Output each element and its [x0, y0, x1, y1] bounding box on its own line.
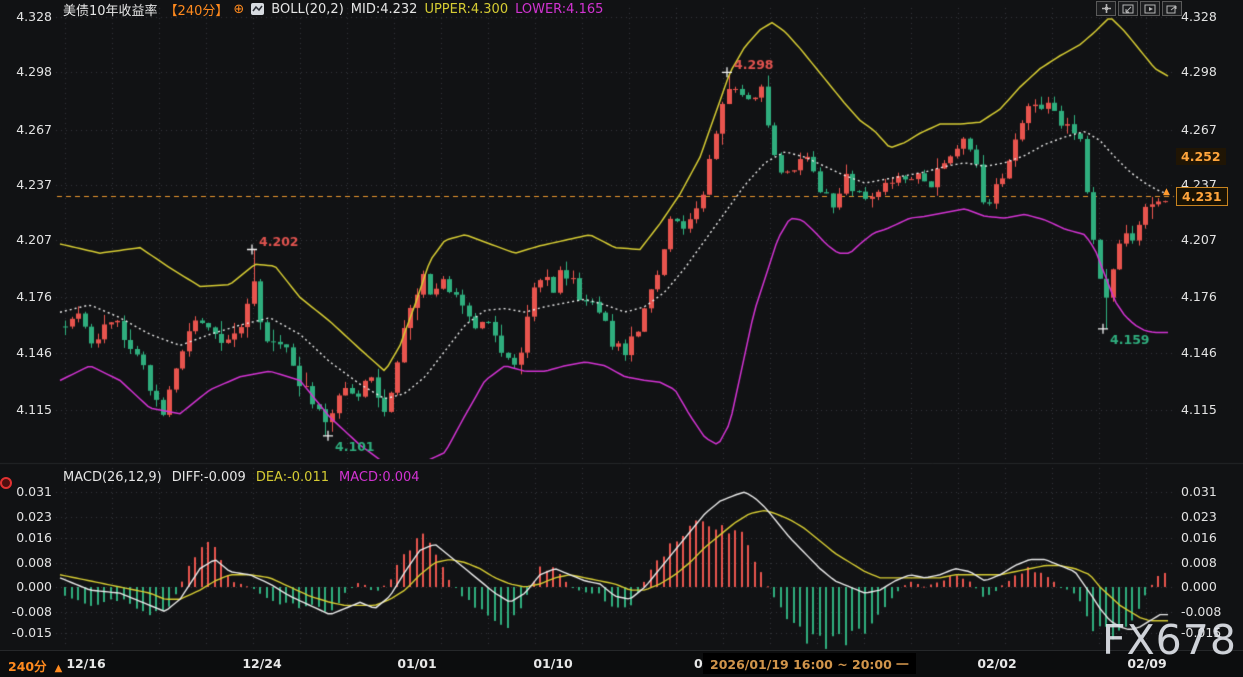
price-tick-label: 4.298	[1181, 64, 1217, 79]
macd-tick-label: 0.023	[6, 509, 52, 524]
macd-tick-label: 0.016	[6, 530, 52, 545]
boll-upper-value: UPPER:4.300	[424, 2, 508, 17]
add-indicator-icon[interactable]: ⊕	[233, 2, 244, 17]
interval-up-arrow-icon: ▲	[55, 663, 63, 674]
snapshot-price-badge: 4.252	[1176, 148, 1226, 165]
price-tick-label: 4.146	[1181, 345, 1217, 360]
main-chart-canvas[interactable]	[0, 0, 1243, 677]
macd-tick-label: 0.000	[1181, 579, 1217, 594]
price-tick-label: 4.328	[1181, 9, 1217, 24]
macd-tick-label: -0.015	[6, 625, 52, 640]
macd-dea-value: DEA:-0.011	[256, 470, 329, 485]
price-tick-label: 4.207	[1181, 232, 1217, 247]
boll-label[interactable]: BOLL(20,2)	[271, 2, 344, 17]
interval-label-text: 240分	[8, 659, 47, 674]
crosshair-time-tooltip: 2026/01/19 16:00 ~ 20:00 一	[703, 653, 916, 674]
current-price-badge: 4.231	[1176, 187, 1228, 206]
interval-label[interactable]: 240分 ▲	[8, 656, 62, 675]
price-tick-label: 4.207	[6, 232, 52, 247]
partial-date-label: 0	[694, 656, 703, 671]
current-price-marker-icon: ▲	[1163, 187, 1170, 197]
chart-header: 美债10年收益率 【240分】 ⊕ BOLL(20,2) MID:4.232 U…	[63, 1, 603, 17]
price-tick-label: 4.146	[6, 345, 52, 360]
price-tick-label: 4.237	[6, 177, 52, 192]
price-tick-label: 4.115	[1181, 402, 1217, 417]
price-tick-label: 4.267	[6, 122, 52, 137]
macd-tick-label: 0.008	[6, 555, 52, 570]
indicator-chart-icon[interactable]	[251, 3, 264, 15]
boll-mid-value: MID:4.232	[351, 2, 418, 17]
price-tick-label: 4.328	[6, 9, 52, 24]
play-forward-icon[interactable]	[1140, 1, 1160, 16]
macd-tick-label: 0.023	[1181, 509, 1217, 524]
time-axis-bar: 240分 ▲ 0 2026/01/19 16:00 ~ 20:00 一 12/16…	[0, 650, 1243, 677]
macd-hist-value: MACD:0.004	[339, 470, 420, 485]
instrument-title: 美债10年收益率	[63, 0, 158, 19]
date-label: 12/16	[66, 656, 105, 671]
move-tool-icon[interactable]	[1096, 1, 1116, 16]
fx678-watermark: FX678	[1102, 616, 1237, 664]
macd-diff-value: DIFF:-0.009	[172, 470, 246, 485]
macd-params-label[interactable]: MACD(26,12,9)	[63, 470, 162, 485]
price-tick-label: 4.176	[1181, 289, 1217, 304]
date-label: 01/01	[397, 656, 436, 671]
macd-header: MACD(26,12,9) DIFF:-0.009 DEA:-0.011 MAC…	[63, 469, 420, 485]
boll-lower-value: LOWER:4.165	[515, 2, 603, 17]
trading-chart-app: 美债10年收益率 【240分】 ⊕ BOLL(20,2) MID:4.232 U…	[0, 0, 1243, 677]
fit-scale-icon[interactable]	[1118, 1, 1138, 16]
macd-tick-label: -0.008	[6, 604, 52, 619]
macd-tick-label: 0.031	[6, 484, 52, 499]
macd-tick-label: 0.031	[1181, 484, 1217, 499]
macd-tick-label: 0.016	[1181, 530, 1217, 545]
macd-tick-label: 0.000	[6, 579, 52, 594]
interval-tag[interactable]: 【240分】	[165, 0, 229, 19]
price-tick-label: 4.267	[1181, 122, 1217, 137]
export-chart-icon[interactable]	[1162, 1, 1182, 16]
chart-toolbar	[1096, 1, 1182, 16]
price-tick-label: 4.176	[6, 289, 52, 304]
date-label: 12/24	[242, 656, 281, 671]
date-label: 02/02	[977, 656, 1016, 671]
price-tick-label: 4.298	[6, 64, 52, 79]
macd-tick-label: 0.008	[1181, 555, 1217, 570]
price-tick-label: 4.115	[6, 402, 52, 417]
alert-indicator-icon[interactable]	[0, 477, 12, 489]
date-label: 01/10	[533, 656, 572, 671]
